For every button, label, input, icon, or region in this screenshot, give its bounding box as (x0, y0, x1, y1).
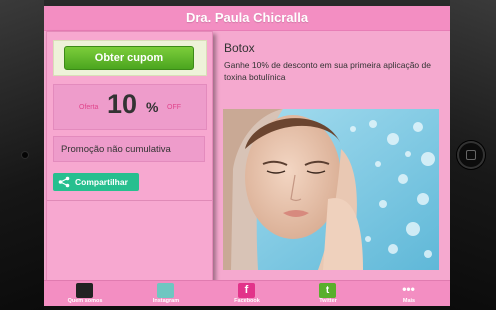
panel-divider (47, 200, 212, 201)
bottom-nav: Quem somos Instagram f Facebook t Twitte… (44, 280, 450, 306)
nav-item-quem-somos[interactable]: Quem somos (55, 281, 115, 306)
woman-face-image (223, 109, 439, 270)
page-title: Dra. Paula Chicralla (44, 6, 450, 31)
facebook-icon: f (238, 283, 255, 298)
nav-item-instagram[interactable]: Instagram (136, 281, 196, 306)
app-screen: Dra. Paula Chicralla Obter cupom Oferta … (44, 6, 450, 306)
quem-somos-icon (76, 283, 93, 298)
share-button[interactable]: Compartilhar (53, 173, 139, 191)
nav-label: Facebook (234, 298, 260, 304)
nav-item-twitter[interactable]: t Twitter (298, 281, 358, 306)
promo-note: Promoção não cumulativa (53, 136, 205, 162)
deal-description: Ganhe 10% de desconto em sua primeira ap… (224, 60, 431, 82)
tablet-frame: Dra. Paula Chicralla Obter cupom Oferta … (0, 0, 496, 310)
instagram-icon (157, 283, 174, 298)
offer-label: Oferta (79, 104, 99, 111)
coupon-button-container: Obter cupom (53, 40, 207, 76)
coupon-panel: Obter cupom Oferta 10 % OFF Promoção não… (46, 31, 213, 283)
nav-item-facebook[interactable]: f Facebook (217, 281, 277, 306)
camera-icon (22, 152, 28, 158)
share-icon (58, 176, 70, 188)
twitter-icon: t (319, 283, 336, 298)
nav-label: Twitter (319, 298, 337, 304)
share-label: Compartilhar (75, 177, 128, 187)
offer-value: 10 (107, 89, 138, 119)
nav-item-mais[interactable]: ••• Mais (379, 281, 439, 306)
nav-label: Quem somos (67, 298, 103, 304)
home-button[interactable] (457, 141, 485, 169)
offer-percent: % (146, 99, 159, 115)
get-coupon-button[interactable]: Obter cupom (64, 46, 194, 70)
offer-off-label: OFF (167, 104, 181, 111)
offer-box: Oferta 10 % OFF (53, 84, 207, 130)
nav-label: Mais (402, 298, 416, 304)
deal-photo (223, 109, 439, 270)
more-icon: ••• (402, 282, 415, 296)
nav-label: Instagram (152, 298, 180, 304)
deal-title: Botox (224, 41, 255, 55)
